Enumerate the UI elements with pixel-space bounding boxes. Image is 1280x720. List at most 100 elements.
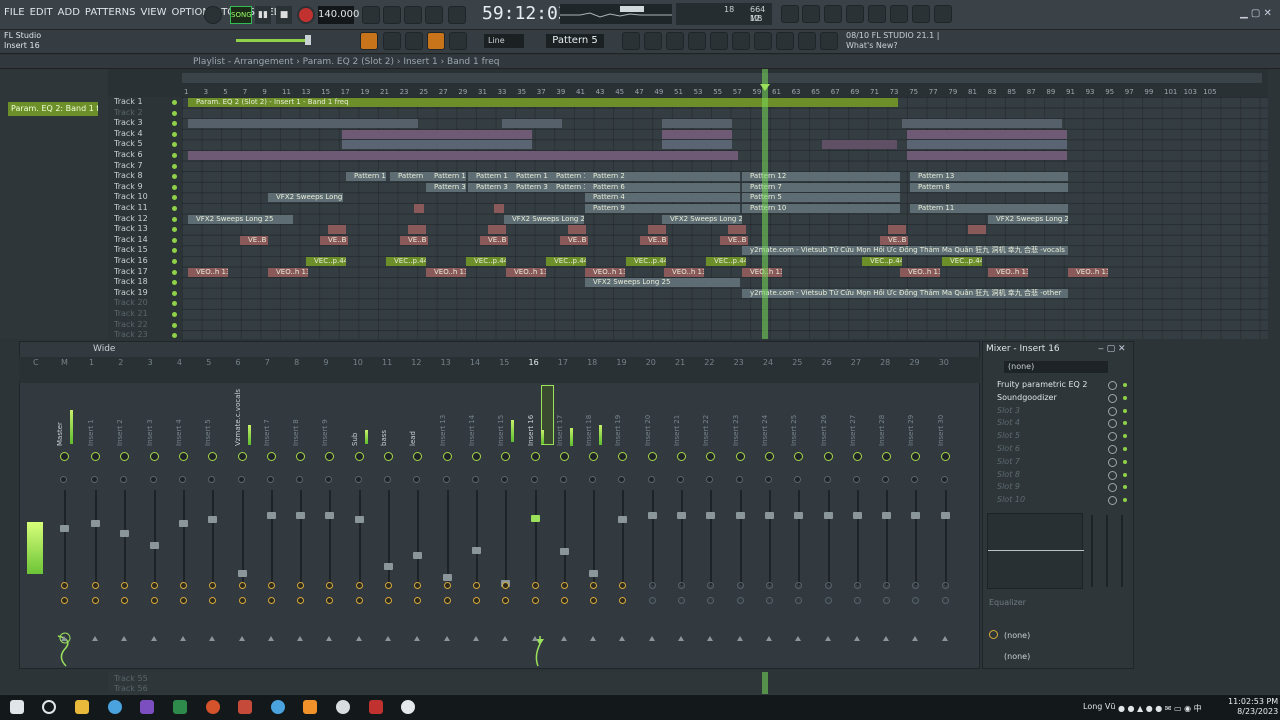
send-knob[interactable] bbox=[941, 597, 949, 604]
track-name[interactable]: Track 15 bbox=[114, 245, 148, 254]
route-knob[interactable] bbox=[443, 582, 451, 589]
browser-icon[interactable] bbox=[710, 32, 728, 50]
playlist-clip[interactable]: VFX2 Sweeps Long 29 bbox=[988, 214, 1068, 224]
track-name[interactable]: Track 56 bbox=[114, 684, 148, 693]
eq-band-low[interactable] bbox=[1091, 515, 1093, 587]
stereo-knob[interactable] bbox=[471, 476, 479, 483]
refresh-icon[interactable] bbox=[781, 5, 799, 23]
app-icon[interactable] bbox=[401, 700, 415, 714]
track-name[interactable]: Track 23 bbox=[114, 330, 148, 339]
playlist-clip[interactable]: VFX2 Sweeps Long 28 bbox=[268, 193, 343, 203]
route-arrow-icon[interactable] bbox=[648, 636, 655, 641]
volume-fader[interactable] bbox=[413, 552, 423, 559]
track-name[interactable]: Track 1 bbox=[114, 97, 143, 106]
playlist-clip[interactable] bbox=[414, 204, 424, 213]
volume-fader[interactable] bbox=[882, 512, 892, 519]
mixer-strip-label[interactable]: Insert 22 bbox=[702, 388, 712, 446]
search-icon[interactable] bbox=[42, 700, 56, 714]
menu-patterns[interactable]: PATTERNS bbox=[85, 7, 136, 18]
track-mute-led[interactable] bbox=[172, 206, 177, 211]
playlist-clip[interactable]: Pattern 11 bbox=[910, 204, 1068, 213]
volume-fader-track[interactable] bbox=[475, 490, 478, 585]
send-knob[interactable] bbox=[238, 597, 246, 604]
metronome-icon[interactable] bbox=[362, 6, 380, 24]
volume-fader[interactable] bbox=[325, 512, 335, 519]
volume-fader-track[interactable] bbox=[388, 490, 390, 585]
save-icon[interactable] bbox=[868, 5, 886, 23]
track-mute-led[interactable] bbox=[172, 333, 177, 339]
track-mute-led[interactable] bbox=[172, 174, 177, 180]
volume-fader[interactable] bbox=[120, 530, 130, 537]
stereo-knob[interactable] bbox=[940, 476, 948, 483]
volume-fader[interactable] bbox=[559, 548, 569, 555]
volume-fader-track[interactable] bbox=[651, 490, 654, 585]
playlist-clip[interactable]: VEC..p.44 bbox=[386, 257, 426, 266]
stereo-knob[interactable] bbox=[149, 476, 157, 483]
mixer-strip-label[interactable]: bass bbox=[380, 388, 390, 446]
countdown-icon[interactable] bbox=[404, 6, 422, 24]
effect-slot[interactable]: Slot 3 bbox=[997, 406, 1020, 415]
play-button[interactable]: ▮▮ bbox=[255, 6, 271, 24]
effect-slot[interactable]: Slot 9 bbox=[997, 482, 1020, 491]
route-arrow-icon[interactable] bbox=[209, 636, 216, 641]
send-knob[interactable] bbox=[267, 597, 275, 604]
playlist-clip[interactable] bbox=[648, 225, 666, 235]
volume-fader-track[interactable] bbox=[915, 490, 918, 585]
song-mode-button[interactable]: SONG bbox=[230, 6, 252, 24]
playlist-clip[interactable]: Pattern 3 bbox=[548, 182, 588, 192]
slot-mix-knob-icon[interactable] bbox=[1108, 393, 1117, 403]
playlist-clip[interactable]: Pattern 1 bbox=[508, 172, 548, 182]
route-knob[interactable] bbox=[61, 582, 68, 589]
route-arrow-icon[interactable] bbox=[531, 636, 538, 641]
volume-fader[interactable] bbox=[91, 520, 100, 527]
slot-enable-led[interactable] bbox=[1123, 383, 1127, 387]
effect-slot[interactable]: Slot 5 bbox=[997, 431, 1020, 440]
slot-mix-knob-icon[interactable] bbox=[1108, 470, 1117, 480]
app-icon[interactable] bbox=[140, 700, 154, 714]
playlist-clip[interactable] bbox=[568, 225, 586, 235]
playlist-clip[interactable]: Pattern 3 bbox=[508, 182, 548, 192]
volume-fader[interactable] bbox=[940, 512, 950, 519]
route-arrow-icon[interactable] bbox=[472, 636, 479, 641]
cut-icon[interactable] bbox=[802, 5, 820, 23]
track-mute-led[interactable] bbox=[172, 227, 177, 233]
playlist-clip[interactable]: VEC..p.44 bbox=[706, 257, 746, 266]
track-name[interactable]: Track 19 bbox=[114, 288, 148, 297]
menu-view[interactable]: VIEW bbox=[141, 7, 167, 18]
send-knob[interactable] bbox=[765, 597, 773, 604]
volume-fader-track[interactable] bbox=[329, 490, 332, 585]
route-arrow-icon[interactable] bbox=[883, 636, 890, 641]
track-name[interactable]: Track 11 bbox=[114, 203, 148, 212]
track-name[interactable]: Track 16 bbox=[114, 256, 148, 265]
effect-slot[interactable]: Slot 8 bbox=[997, 470, 1020, 479]
mixer-strip-label[interactable]: Insert 8 bbox=[292, 388, 302, 446]
volume-fader-track[interactable] bbox=[827, 490, 830, 585]
send-knob[interactable] bbox=[531, 597, 539, 604]
paint-icon[interactable] bbox=[405, 32, 423, 50]
volume-fader-track[interactable] bbox=[534, 490, 537, 585]
slot-enable-led[interactable] bbox=[1123, 459, 1127, 464]
playlist-clip[interactable]: Param. EQ 2 (Slot 2) - Insert 1 - Band 1… bbox=[188, 98, 898, 107]
recording-mode-icon[interactable] bbox=[204, 6, 222, 24]
pan-knob[interactable] bbox=[237, 452, 247, 461]
mixer-strip-label[interactable]: Master bbox=[56, 388, 66, 446]
playlist-clip[interactable]: VEO..h 13 bbox=[268, 267, 308, 277]
effect-slot[interactable]: Slot 10 bbox=[997, 495, 1025, 504]
volume-fader[interactable] bbox=[794, 512, 804, 519]
playlist-clip[interactable]: VFX2 Sweeps Long 25 bbox=[504, 214, 584, 224]
playlist-clip[interactable] bbox=[488, 225, 506, 235]
playlist-clip[interactable] bbox=[662, 119, 732, 129]
app-icon[interactable] bbox=[173, 700, 187, 714]
track-name[interactable]: Track 3 bbox=[114, 118, 143, 127]
track-name[interactable]: Track 20 bbox=[114, 298, 148, 307]
route-knob[interactable] bbox=[853, 582, 861, 589]
wait-input-icon[interactable] bbox=[383, 6, 401, 24]
mixer-strip-label[interactable]: Insert 21 bbox=[673, 388, 683, 446]
playlist-clip[interactable]: VEC..p.44 bbox=[466, 257, 506, 266]
panel-window-controls-icon[interactable]: ‒ ▢ ✕ bbox=[1098, 344, 1126, 354]
route-arrow-icon[interactable] bbox=[385, 636, 391, 641]
mixer-strip-label[interactable]: Insert 14 bbox=[468, 388, 478, 446]
playlist-clip[interactable] bbox=[188, 119, 418, 129]
volume-fader[interactable] bbox=[208, 516, 218, 523]
route-arrow-icon[interactable] bbox=[61, 636, 67, 641]
